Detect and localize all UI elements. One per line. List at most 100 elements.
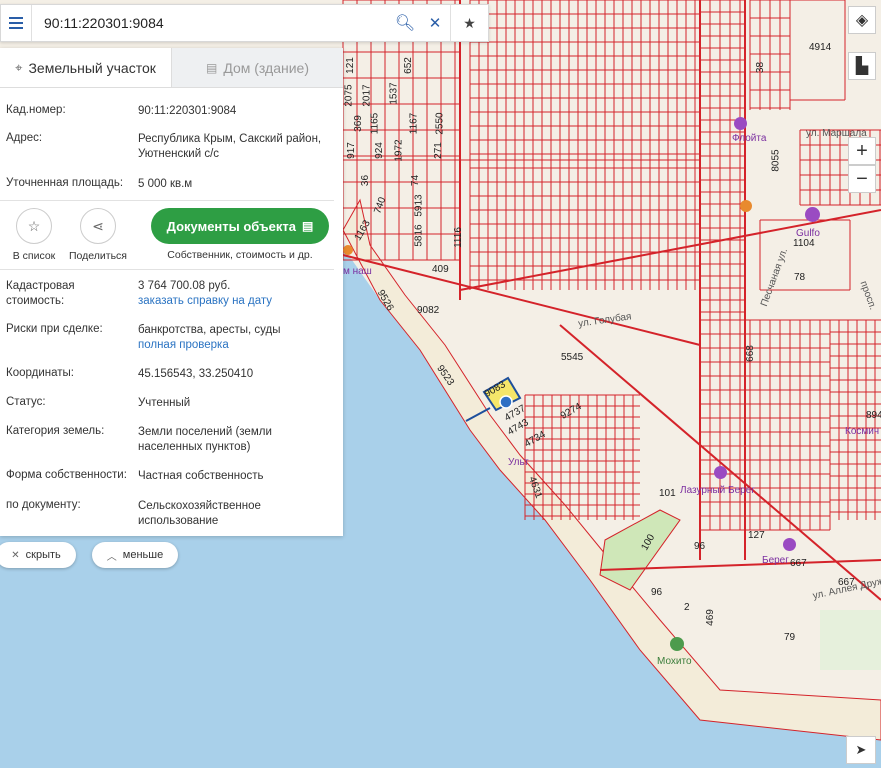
poi-label[interactable]: Флойта (732, 133, 766, 144)
search-bar: 🔍︎ ✕ ★ (0, 4, 489, 42)
hide-label: скрыть (25, 549, 61, 561)
parcel-label: 9082 (417, 305, 440, 316)
share-icon: ⋖ (80, 208, 116, 244)
parcel-label: 2017 (361, 84, 373, 107)
favorite-label: В список (12, 250, 56, 262)
close-icon: ✕ (11, 549, 20, 561)
coords-label: Координаты: (6, 367, 74, 379)
cafe-icon[interactable] (670, 637, 684, 651)
parcel-label: 917 (345, 142, 357, 159)
star-icon[interactable]: ★ (450, 5, 488, 41)
document-icon: ▤ (301, 219, 314, 233)
parcel-label: 894 (866, 410, 881, 421)
parcel-label: 96 (651, 587, 663, 598)
parcel-label: 127 (748, 530, 765, 541)
poi-label[interactable]: Мохито (657, 656, 692, 667)
parcel-label: 121 (344, 57, 356, 74)
parcel-label: 369 (352, 115, 364, 132)
poi-label[interactable]: Ульт (508, 457, 529, 468)
parcel-label: 78 (794, 272, 806, 283)
poi-label[interactable]: Берег (762, 555, 789, 566)
parcel-label: 96 (694, 541, 706, 552)
favorite-button[interactable]: ☆ В список (8, 208, 60, 262)
minus-icon: − (856, 167, 868, 190)
parcel-label: 74 (410, 174, 422, 187)
locate-button[interactable]: ➤ (846, 736, 876, 764)
navigation-arrow-icon: ➤ (855, 742, 867, 757)
layers-button[interactable]: ◈ (848, 6, 876, 34)
usage-label: по документу: (6, 499, 81, 511)
search-icon[interactable]: 🔍︎ (390, 5, 420, 41)
parcel-label: 79 (784, 632, 796, 643)
parcel-label: 271 (432, 142, 444, 159)
share-label: Поделиться (69, 250, 127, 262)
shop-icon[interactable] (714, 466, 727, 479)
poi-label[interactable]: Gulfo (796, 228, 820, 239)
food-icon[interactable] (343, 245, 353, 255)
ruler-icon: ▙ (855, 58, 869, 75)
ruler-button[interactable]: ▙ (848, 52, 876, 80)
parcel-label: 8055 (770, 149, 782, 172)
cost-link[interactable]: заказать справку на дату (138, 294, 336, 309)
poi-label[interactable]: м наш (343, 266, 372, 277)
cadastral-label: Кад.номер: (6, 104, 66, 116)
shop-icon[interactable] (805, 207, 820, 222)
chevron-up-icon: ︿ (106, 551, 117, 563)
parcel-label: 409 (432, 264, 449, 275)
poi-label[interactable]: Космич (845, 426, 879, 437)
ownership-label: Форма собственности: (6, 469, 127, 481)
menu-button[interactable] (1, 5, 31, 41)
food-icon[interactable] (740, 200, 752, 212)
shop-icon[interactable] (783, 538, 796, 551)
share-button[interactable]: ⋖ Поделиться (66, 208, 130, 262)
parcel-label: 2 (684, 602, 690, 613)
parcel-label: 2550 (434, 112, 446, 135)
zoom-in-button[interactable]: + (848, 137, 876, 165)
risks-value-block: банкротства, аресты, суды полная проверк… (138, 323, 336, 353)
documents-subtitle: Собственник, стоимость и др. (167, 249, 313, 261)
risks-link[interactable]: полная проверка (138, 338, 336, 353)
parcel-label: 1165 (369, 112, 381, 135)
parcel-label: 38 (755, 61, 767, 74)
documents-button[interactable]: Документы объекта ▤ (151, 208, 329, 244)
zoom-out-button[interactable]: − (848, 165, 876, 193)
parcel-label: 1104 (793, 238, 815, 249)
address-value: Республика Крым, Сакский район, Уютненск… (138, 133, 322, 160)
tab-label: Дом (здание) (223, 59, 309, 76)
parcel-label: 668 (744, 345, 756, 362)
parcel-marker (499, 395, 513, 409)
category-label: Категория земель: (6, 425, 105, 437)
parcel-label: 1167 (408, 112, 420, 135)
coords-value: 45.156543, 33.250410 (138, 368, 254, 380)
shop-icon[interactable] (734, 117, 747, 130)
usage-value: Сельскохозяйственное использование (138, 500, 261, 527)
parcel-label: 1972 (393, 139, 405, 162)
divider (0, 269, 334, 270)
area-value: 5 000 кв.м (138, 178, 193, 190)
parcel-label: 4914 (809, 42, 832, 53)
cadastral-value[interactable]: 90:11:220301:9084 (138, 104, 336, 119)
parcel-label: 5545 (561, 352, 584, 363)
search-input[interactable] (31, 5, 390, 41)
category-value: Земли поселений (земли населенных пункто… (138, 426, 272, 453)
hide-button[interactable]: ✕ скрыть (0, 542, 76, 568)
less-button[interactable]: ︿ меньше (92, 542, 178, 568)
poi-label[interactable]: Лазурный Берег (680, 485, 755, 496)
parcel-label: 469 (704, 609, 716, 626)
parcel-label: 652 (402, 57, 414, 74)
parcel-label: 2075 (343, 84, 355, 107)
area-label: Уточненная площадь: (6, 177, 124, 189)
close-icon[interactable]: ✕ (420, 5, 450, 41)
parcel-label: 1537 (388, 82, 400, 105)
plus-icon: + (856, 139, 868, 162)
parcel-label: 667 (790, 558, 807, 569)
tab-land-plot[interactable]: ⌖ Земельный участок (0, 48, 171, 87)
tab-building[interactable]: ▤ Дом (здание) (171, 48, 343, 87)
cost-value-block: 3 764 700.08 руб. заказать справку на да… (138, 279, 336, 309)
map-pin-icon: ⌖ (15, 59, 23, 75)
risks-value: банкротства, аресты, суды (138, 324, 281, 336)
parcel-label: 1116 (452, 227, 464, 248)
ownership-value: Частная собственность (138, 470, 264, 482)
parcel-boundary (459, 209, 881, 291)
status-label: Статус: (6, 396, 46, 408)
